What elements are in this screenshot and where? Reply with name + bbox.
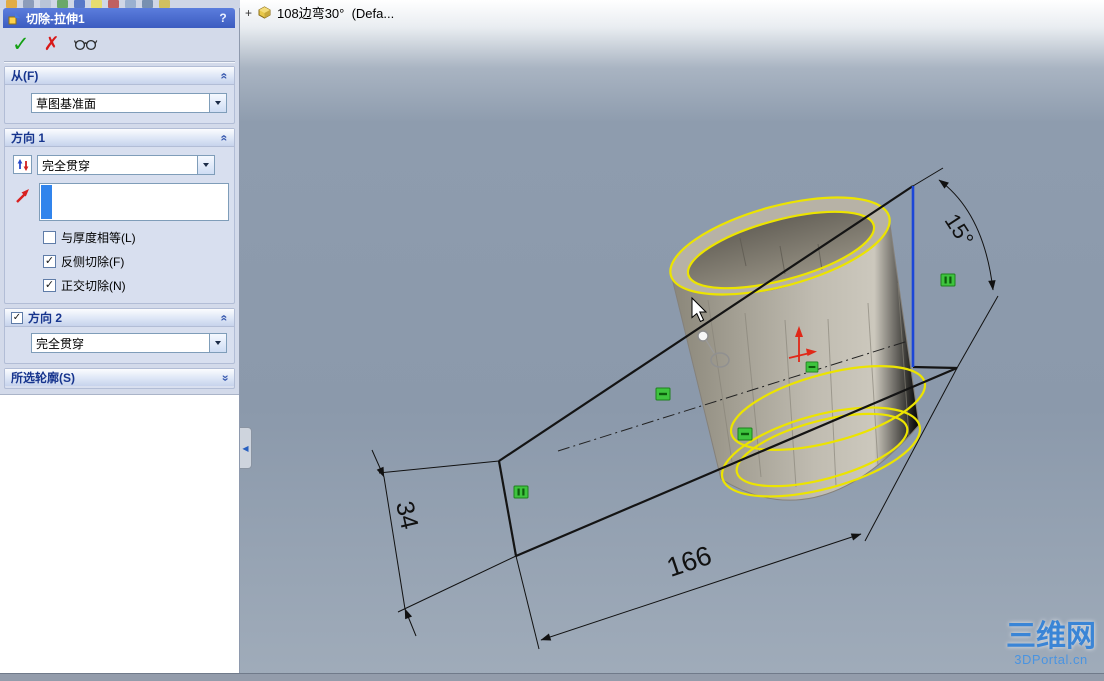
checkbox-link-thickness[interactable]: 与厚度相等(L) [43, 229, 136, 246]
help-button[interactable]: ? [216, 11, 230, 25]
toolbar-icon[interactable] [57, 0, 68, 8]
toolbar-sliver [0, 0, 246, 8]
dropdown-arrow-icon[interactable] [197, 156, 214, 174]
dimension-15deg[interactable] [912, 167, 999, 369]
panel-title: 切除-拉伸1 [26, 11, 85, 26]
group-direction2: ✓ 方向 2 « 完全贯穿 [4, 308, 235, 364]
end-condition-dropdown-2[interactable]: 完全贯穿 [31, 333, 227, 353]
graphics-viewport[interactable]: + 108边弯30° (Defa... ◀ 34 166 15° 三维网 3DP… [240, 0, 1104, 681]
relation-badge[interactable] [513, 485, 529, 499]
toolbar-icon[interactable] [142, 0, 153, 8]
relation-badge[interactable] [940, 273, 956, 287]
relation-badge[interactable] [655, 387, 671, 401]
property-manager-panel: 切除-拉伸1 ? ✓ ✗ 从(F) « 草图基准面 方向 1 « 完全贯穿 与厚… [0, 8, 240, 681]
group-selected-contours-label: 所选轮廓(S) [11, 371, 75, 385]
end-condition-value-1: 完全贯穿 [42, 158, 91, 173]
divider [4, 61, 235, 63]
end-condition-value-2: 完全贯穿 [36, 336, 85, 351]
cancel-button[interactable]: ✗ [44, 35, 60, 54]
checkbox-label: 正交切除(N) [61, 279, 126, 293]
dropdown-arrow-icon[interactable] [209, 94, 226, 112]
group-selected-contours-header[interactable]: 所选轮廓(S) « [5, 369, 234, 386]
dimension-166-text[interactable]: 166 [663, 540, 715, 583]
from-plane-dropdown[interactable]: 草图基准面 [31, 93, 227, 113]
toolbar-icon[interactable] [108, 0, 119, 8]
expand-chevron-icon[interactable]: « [218, 374, 232, 381]
dimension-34-text[interactable]: 34 [390, 499, 424, 532]
direction-reference-selection-box[interactable] [39, 183, 229, 221]
collapse-chevron-icon[interactable]: « [218, 314, 232, 321]
relation-badge[interactable] [805, 361, 819, 373]
toolbar-icon[interactable] [91, 0, 102, 8]
detailed-preview-glasses-icon[interactable] [73, 38, 98, 51]
end-condition-dropdown-1[interactable]: 完全贯穿 [37, 155, 215, 175]
panel-titlebar: 切除-拉伸1 ? [3, 8, 235, 28]
group-direction1-header[interactable]: 方向 1 « [5, 129, 234, 147]
group-from-label: 从(F) [11, 69, 39, 83]
cut-extrude-icon [8, 12, 21, 25]
reverse-direction-button[interactable] [13, 155, 32, 174]
solidworks-window: 切除-拉伸1 ? ✓ ✗ 从(F) « 草图基准面 方向 1 « 完全贯穿 与厚… [0, 0, 1104, 681]
selection-highlight-strip [41, 185, 52, 219]
relation-badge[interactable] [737, 427, 753, 441]
toolbar-icon[interactable] [74, 0, 85, 8]
panel-action-bar: ✓ ✗ [6, 30, 98, 58]
toolbar-icon[interactable] [23, 0, 34, 8]
collapse-chevron-icon[interactable]: « [218, 134, 232, 141]
checkbox-label: 反侧切除(F) [61, 255, 125, 269]
group-direction1: 方向 1 « 完全贯穿 与厚度相等(L) ✓ 反侧切除(F) ✓ 正交切除(N) [4, 128, 235, 304]
checkbox-box[interactable]: ✓ [43, 279, 56, 292]
toolbar-icon[interactable] [125, 0, 136, 8]
toolbar-icon[interactable] [159, 0, 170, 8]
group-direction1-label: 方向 1 [11, 131, 46, 145]
checkbox-box[interactable]: ✓ [43, 255, 56, 268]
dimension-15-text[interactable]: 15° [940, 209, 979, 251]
group-from-header[interactable]: 从(F) « [5, 67, 234, 85]
cylinder-body[interactable] [660, 178, 933, 514]
checkbox-normal-cut[interactable]: ✓ 正交切除(N) [43, 277, 126, 294]
dimension-34[interactable] [371, 449, 517, 637]
direction-reference-arrow-icon [14, 187, 32, 210]
toolbar-icon[interactable] [6, 0, 17, 8]
panel-empty-area [0, 394, 239, 681]
direction2-enable-checkbox[interactable]: ✓ [11, 311, 23, 324]
collapse-chevron-icon[interactable]: « [218, 72, 232, 79]
dropdown-arrow-icon[interactable] [209, 334, 226, 352]
checkbox-box[interactable] [43, 231, 56, 244]
group-from: 从(F) « 草图基准面 [4, 66, 235, 124]
toolbar-icon[interactable] [40, 0, 51, 8]
from-plane-value: 草图基准面 [36, 96, 97, 111]
bottom-edge-strip [0, 673, 1104, 681]
checkbox-label: 与厚度相等(L) [61, 231, 136, 245]
group-selected-contours: 所选轮廓(S) « [4, 368, 235, 389]
checkbox-flip-side-to-cut[interactable]: ✓ 反侧切除(F) [43, 253, 124, 270]
group-direction2-header[interactable]: ✓ 方向 2 « [5, 309, 234, 327]
group-direction2-label: 方向 2 [28, 311, 63, 325]
model-scene[interactable]: 34 166 15° [240, 0, 1104, 681]
ok-button[interactable]: ✓ [12, 34, 30, 55]
